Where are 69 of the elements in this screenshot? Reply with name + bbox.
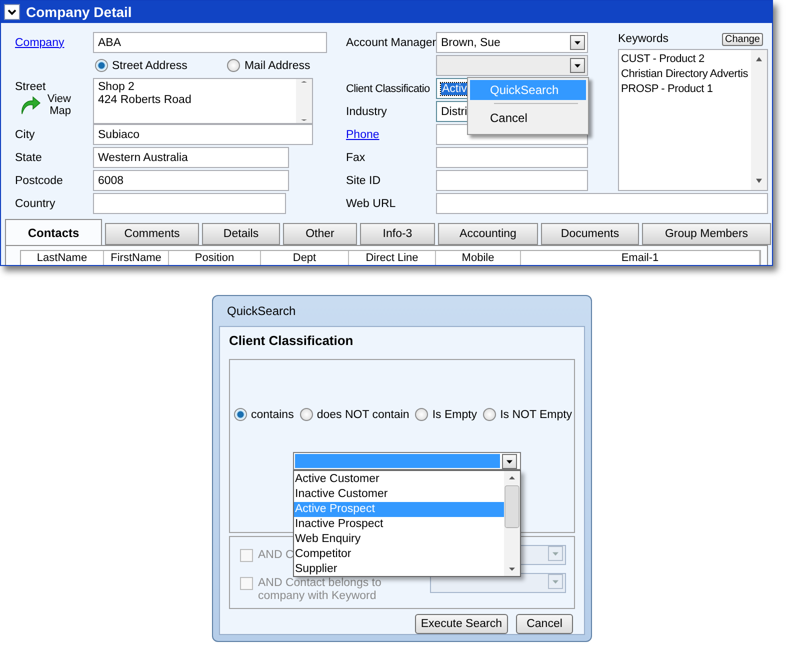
list-option[interactable]: Active Customer bbox=[294, 472, 504, 487]
tab[interactable]: Documents bbox=[541, 223, 639, 245]
tab[interactable]: Info-3 bbox=[360, 223, 435, 245]
keywords-label: Keywords bbox=[618, 33, 668, 45]
field-label: Fax bbox=[346, 152, 366, 164]
column-header[interactable]: Position bbox=[169, 251, 261, 265]
list-option[interactable]: Supplier bbox=[294, 562, 504, 577]
condition-radio[interactable]: contains bbox=[234, 408, 294, 421]
field-label: Client Classificatio bbox=[346, 82, 430, 94]
column-header[interactable]: Dept bbox=[261, 251, 349, 265]
street-label: Street bbox=[15, 81, 47, 93]
column-header[interactable]: Mobile bbox=[436, 251, 521, 265]
condition-radio[interactable]: Is NOT Empty bbox=[483, 408, 572, 421]
window-title: Company Detail bbox=[26, 4, 132, 20]
tab[interactable]: Accounting bbox=[438, 223, 538, 245]
phone-link[interactable]: Phone bbox=[346, 128, 380, 140]
change-button[interactable]: Change bbox=[722, 32, 763, 46]
condition-radio[interactable]: Is Empty bbox=[415, 408, 478, 421]
caret-icon[interactable] bbox=[502, 454, 517, 469]
tab[interactable]: Comments bbox=[105, 223, 199, 245]
address-radio[interactable]: Street Address bbox=[95, 59, 188, 72]
company-link[interactable]: Company bbox=[15, 36, 64, 48]
input-field[interactable]: Subiaco bbox=[93, 124, 313, 145]
list-option[interactable]: Inactive Customer bbox=[294, 487, 504, 502]
input-field[interactable] bbox=[93, 193, 286, 214]
list-option[interactable]: Inactive Prospect bbox=[294, 517, 504, 532]
tab[interactable]: Group Members bbox=[642, 223, 771, 245]
dropdown-field[interactable] bbox=[436, 55, 588, 76]
input-field[interactable] bbox=[436, 170, 588, 191]
street-field[interactable]: Shop 2 424 Roberts Road bbox=[93, 78, 313, 124]
tab[interactable]: Contacts bbox=[5, 219, 102, 245]
tab[interactable]: Other bbox=[283, 223, 357, 245]
input-field[interactable] bbox=[436, 147, 588, 168]
field-label: Site ID bbox=[346, 174, 381, 186]
column-header[interactable]: Email-1 bbox=[521, 251, 760, 265]
caret-icon[interactable] bbox=[570, 58, 585, 73]
keyword-item[interactable]: Christian Directory Advertis bbox=[621, 68, 751, 83]
column-header[interactable]: LastName bbox=[21, 251, 104, 265]
field-label: Country bbox=[15, 198, 56, 210]
input-field[interactable]: 6008 bbox=[93, 170, 289, 191]
field-label: Industry bbox=[346, 106, 387, 118]
account-manager-dropdown[interactable]: Brown, Sue bbox=[436, 32, 588, 53]
execute-search-button[interactable]: Execute Search bbox=[414, 614, 508, 634]
field-label: Postcode bbox=[15, 174, 63, 186]
company-field[interactable]: ABA bbox=[93, 32, 327, 53]
caret-icon[interactable] bbox=[570, 35, 585, 50]
keyword-item[interactable]: PROSP - Product 1 bbox=[621, 83, 751, 98]
arrow-icon bbox=[19, 95, 41, 115]
field-label: City bbox=[15, 128, 35, 140]
web-url-field[interactable] bbox=[436, 193, 768, 214]
input-field[interactable]: Western Australia bbox=[93, 147, 289, 168]
cancel-button[interactable]: Cancel bbox=[516, 614, 573, 634]
chevron-icon[interactable] bbox=[4, 4, 20, 20]
value-dropdown[interactable] bbox=[293, 452, 521, 470]
field-label: Web URL bbox=[346, 198, 396, 210]
condition-radio[interactable]: does NOT contain bbox=[300, 408, 410, 421]
list-option[interactable]: Web Enquiry bbox=[294, 532, 504, 547]
tab[interactable]: Details bbox=[202, 223, 280, 245]
field-label: Account Manager bbox=[346, 36, 436, 48]
column-header[interactable]: FirstName bbox=[104, 251, 169, 265]
view-map-link[interactable]: View Map bbox=[41, 93, 71, 117]
menu-item[interactable]: Cancel bbox=[470, 108, 586, 128]
column-header[interactable]: Direct Line bbox=[349, 251, 436, 265]
field-heading: Client Classification bbox=[229, 333, 354, 350]
address-radio[interactable]: Mail Address bbox=[227, 59, 310, 72]
list-option[interactable]: Competitor bbox=[294, 547, 504, 562]
field-label: State bbox=[15, 152, 42, 164]
keyword-item[interactable]: CUST - Product 2 bbox=[621, 53, 751, 68]
dialog-title: QuickSearch bbox=[226, 303, 297, 320]
